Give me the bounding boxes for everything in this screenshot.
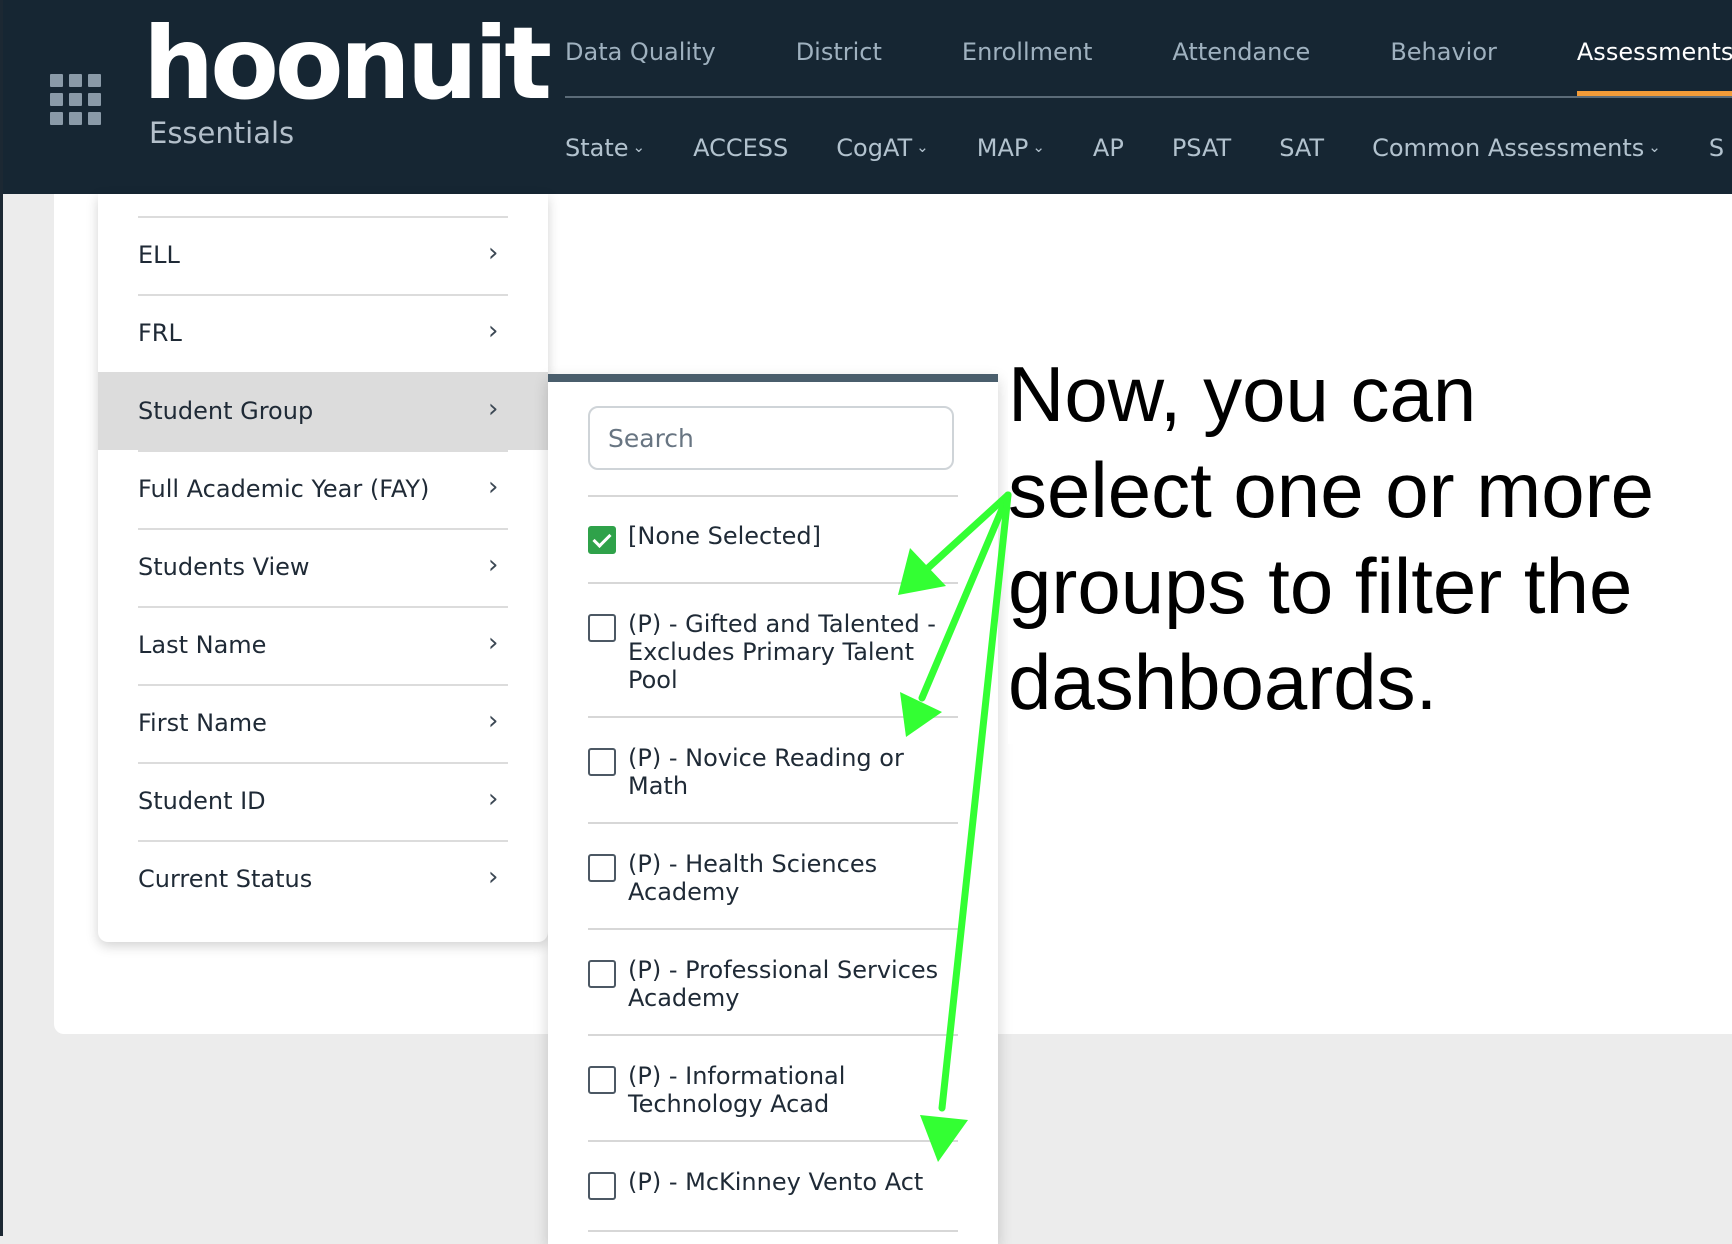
divider [588, 716, 958, 718]
filter-item-label: Students View [138, 553, 310, 581]
divider [138, 450, 508, 452]
checkbox-checked-icon[interactable] [588, 526, 616, 554]
subtab-cogat[interactable]: CogAT ⌄ [836, 134, 928, 162]
divider [588, 822, 958, 824]
tab-assessments[interactable]: Assessments [1576, 36, 1732, 96]
chevron-down-icon: ⌄ [1032, 138, 1045, 156]
filter-item-students-view[interactable]: Students View › [98, 528, 548, 606]
option-label: (P) - Gifted and Talented - Excludes Pri… [628, 610, 936, 694]
app-header: hoonuit Essentials Data Quality District… [3, 0, 1732, 194]
subtab-ap[interactable]: AP [1093, 134, 1124, 162]
subtab-state[interactable]: State ⌄ [565, 134, 645, 162]
divider [138, 528, 508, 530]
subtab-psat[interactable]: PSAT [1172, 134, 1231, 162]
secondary-nav: State ⌄ ACCESS CogAT ⌄ MAP ⌄ AP PSAT SAT Co… [565, 134, 1732, 162]
divider [138, 762, 508, 764]
divider [588, 928, 958, 930]
chevron-right-icon: › [488, 472, 499, 502]
divider [588, 1034, 958, 1036]
filter-item-label: Last Name [138, 631, 267, 659]
divider [588, 582, 958, 584]
tab-data-quality[interactable]: Data Quality [565, 36, 716, 96]
divider [138, 216, 508, 218]
checkbox-icon[interactable] [588, 1172, 616, 1200]
divider [138, 372, 508, 374]
app-grid-icon[interactable] [50, 74, 102, 126]
checkbox-icon[interactable] [588, 748, 616, 776]
search-input[interactable] [588, 406, 954, 470]
checkbox-icon[interactable] [588, 854, 616, 882]
filter-item-label: Student Group [138, 397, 314, 425]
tab-district[interactable]: District [796, 36, 882, 96]
filter-item-label: ELL [138, 241, 180, 269]
filter-item-label: Student ID [138, 787, 266, 815]
chevron-down-icon: ⌄ [916, 138, 929, 156]
tab-behavior[interactable]: Behavior [1390, 36, 1497, 96]
tab-attendance[interactable]: Attendance [1172, 36, 1310, 96]
divider [588, 1230, 958, 1232]
chevron-right-icon: › [488, 394, 499, 424]
filter-item-ell[interactable]: ELL › [98, 216, 548, 294]
filter-item-first-name[interactable]: First Name › [98, 684, 548, 762]
chevron-right-icon: › [488, 862, 499, 892]
logo[interactable]: hoonuit [143, 14, 552, 114]
divider [138, 684, 508, 686]
divider [138, 294, 508, 296]
filter-item-label: Current Status [138, 865, 313, 893]
filter-item-label: Full Academic Year (FAY) [138, 475, 430, 503]
checkbox-icon[interactable] [588, 614, 616, 642]
filter-menu: ELL › FRL › Student Group › Full Academi… [98, 194, 548, 942]
filter-item-current-status[interactable]: Current Status › [98, 840, 548, 918]
subtab-access[interactable]: ACCESS [693, 134, 788, 162]
chevron-down-icon: ⌄ [632, 138, 646, 156]
divider [138, 840, 508, 842]
chevron-right-icon: › [488, 550, 499, 580]
option-label: (P) - Informational Technology Acad [628, 1062, 846, 1118]
option-label: (P) - Health Sciences Academy [628, 850, 878, 906]
divider [138, 606, 508, 608]
annotation-text: Now, you can select one or more groups t… [1008, 346, 1698, 744]
divider [588, 495, 958, 497]
filter-item-label: First Name [138, 709, 267, 737]
filter-item-last-name[interactable]: Last Name › [98, 606, 548, 684]
chevron-right-icon: › [488, 238, 499, 268]
primary-nav: Data Quality District Enrollment Attenda… [565, 36, 1732, 96]
checkbox-icon[interactable] [588, 960, 616, 988]
checkbox-icon[interactable] [588, 1066, 616, 1094]
student-group-panel: [None Selected] (P) - Gifted and Talente… [548, 374, 998, 1244]
subtab-common-assessments[interactable]: Common Assessments ⌄ [1372, 134, 1661, 162]
option-label: (P) - Novice Reading or Math [628, 744, 904, 800]
tab-enrollment[interactable]: Enrollment [962, 36, 1093, 96]
filter-item-student-id[interactable]: Student ID › [98, 762, 548, 840]
chevron-right-icon: › [488, 784, 499, 814]
chevron-right-icon: › [488, 706, 499, 736]
nav-divider [565, 96, 1732, 98]
subtab-sat[interactable]: SAT [1279, 134, 1324, 162]
divider [588, 1140, 958, 1142]
filter-item-label: FRL [138, 319, 182, 347]
option-label: [None Selected] [628, 522, 822, 550]
chevron-right-icon: › [488, 628, 499, 658]
filter-item-student-group[interactable]: Student Group › [98, 372, 548, 450]
logo-subtitle: Essentials [149, 116, 295, 150]
chevron-down-icon: ⌄ [1648, 138, 1661, 156]
subtab-map[interactable]: MAP ⌄ [977, 134, 1045, 162]
option-label: (P) - Professional Services Academy [628, 956, 939, 1012]
option-label: (P) - McKinney Vento Act [628, 1168, 924, 1196]
filter-item-fay[interactable]: Full Academic Year (FAY) › [98, 450, 548, 528]
chevron-right-icon: › [488, 316, 499, 346]
filter-item-frl[interactable]: FRL › [98, 294, 548, 372]
subtab-truncated[interactable]: S [1709, 134, 1724, 162]
